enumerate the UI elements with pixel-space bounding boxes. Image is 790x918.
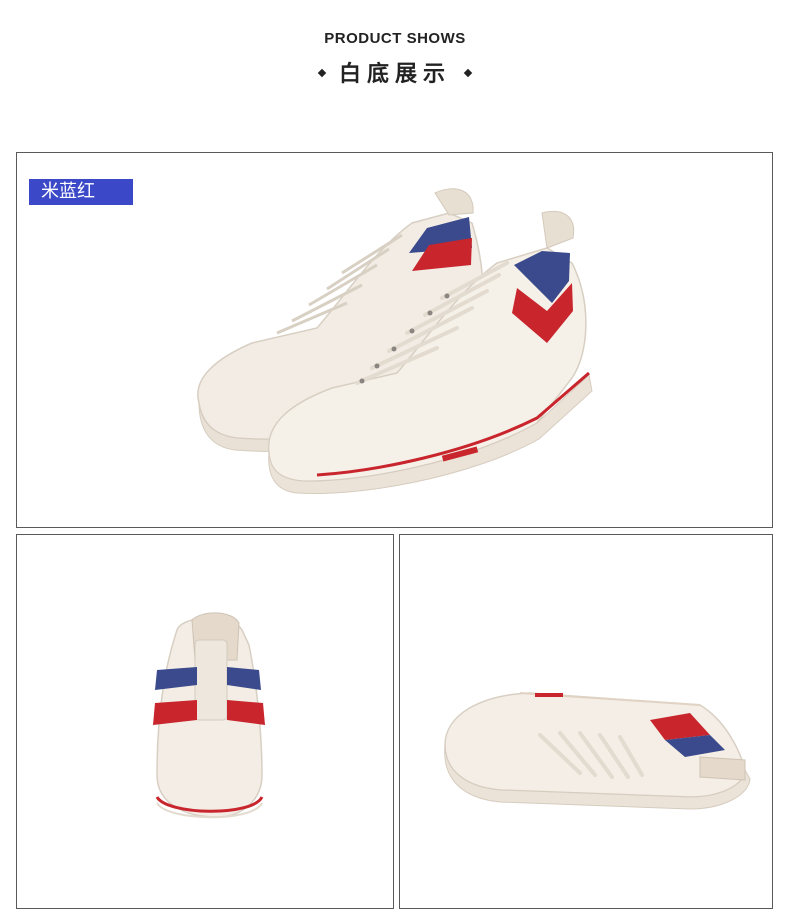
header-title-en: PRODUCT SHOWS — [324, 30, 466, 47]
sneaker-side-illustration — [444, 692, 751, 810]
sneaker-pair-illustration — [197, 188, 593, 494]
product-image-back-view — [16, 534, 394, 909]
product-image-side-view — [399, 534, 773, 909]
product-image-main: 米蓝红 — [16, 152, 773, 528]
diamond-bullet-icon — [463, 68, 473, 78]
header-title-zh: 白底展示 — [338, 62, 451, 87]
diamond-bullet-icon — [317, 68, 327, 78]
sneaker-heel-illustration — [153, 612, 265, 819]
header-title-zh-row: 白底展示 — [0, 56, 790, 88]
